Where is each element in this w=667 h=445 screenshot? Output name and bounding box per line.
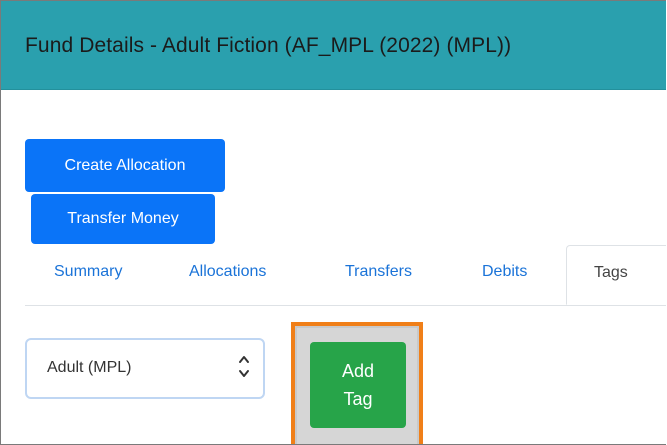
tab-bar: Summary Allocations Transfers Debits Tag… [25,245,666,306]
tab-summary[interactable]: Summary [54,263,122,281]
tab-tags[interactable]: Tags [566,245,666,305]
transfer-money-button[interactable]: Transfer Money [31,194,215,244]
tag-select[interactable]: Adult (MPL) [25,338,265,399]
add-tag-button[interactable]: Add Tag [310,342,406,428]
page-title: Fund Details - Adult Fiction (AF_MPL (20… [25,34,512,57]
tab-allocations[interactable]: Allocations [189,263,266,281]
up-down-chevron-icon [237,348,251,388]
add-tag-label-line2: Tag [343,389,373,409]
tab-tags-label: Tags [594,264,628,281]
fund-details-dialog: Fund Details - Adult Fiction (AF_MPL (20… [0,0,666,445]
tab-debits[interactable]: Debits [482,263,527,281]
dialog-header: Fund Details - Adult Fiction (AF_MPL (20… [1,1,666,90]
create-allocation-button[interactable]: Create Allocation [25,139,225,192]
add-tag-label-line1: Add [341,361,375,381]
tab-transfers[interactable]: Transfers [345,263,412,281]
tag-select-value: Adult (MPL) [47,359,132,376]
